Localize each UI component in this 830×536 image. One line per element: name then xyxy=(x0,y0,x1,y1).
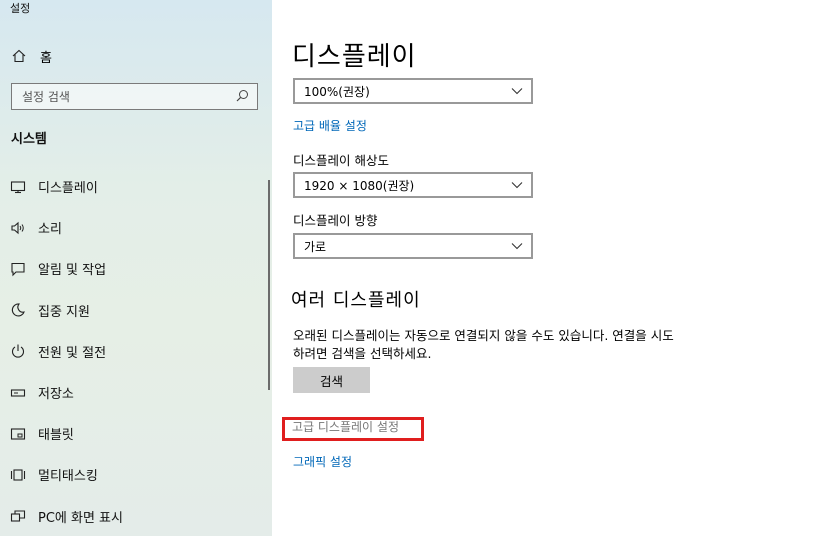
orientation-label: 디스플레이 방향 xyxy=(293,213,378,228)
graphics-settings-link[interactable]: 그래픽 설정 xyxy=(293,453,352,470)
window-title: 설정 xyxy=(10,2,31,15)
chevron-down-icon xyxy=(511,178,523,192)
resolution-label: 디스플레이 해상도 xyxy=(293,153,389,168)
resolution-select[interactable]: 1920 × 1080(권장) xyxy=(293,172,533,198)
search-icon xyxy=(236,89,249,105)
monitor-icon xyxy=(10,179,26,195)
detect-button[interactable]: 검색 xyxy=(293,367,370,393)
sidebar-item-sound[interactable]: 소리 xyxy=(0,207,272,248)
multiple-displays-description: 오래된 디스플레이는 자동으로 연결되지 않을 수도 있습니다. 연결을 시도하… xyxy=(293,328,674,361)
power-icon xyxy=(10,343,26,359)
sidebar-item-label: 디스플레이 xyxy=(38,181,98,197)
search-input[interactable]: 설정 검색 xyxy=(11,83,258,110)
orientation-select[interactable]: 가로 xyxy=(293,233,533,259)
sidebar-item-power[interactable]: 전원 및 절전 xyxy=(0,331,272,372)
advanced-scaling-link[interactable]: 고급 배율 설정 xyxy=(293,117,367,134)
chevron-down-icon xyxy=(511,239,523,253)
search-placeholder: 설정 검색 xyxy=(22,90,70,104)
highlight-box xyxy=(282,417,424,441)
sidebar-item-focus-assist[interactable]: 집중 지원 xyxy=(0,290,272,331)
page-title: 디스플레이 xyxy=(292,42,417,72)
sidebar-item-label: 태블릿 xyxy=(38,428,74,444)
sidebar-item-label: 집중 지원 xyxy=(38,304,90,320)
sidebar-item-project[interactable]: PC에 화면 표시 xyxy=(0,496,272,536)
sidebar-item-notifications[interactable]: 알림 및 작업 xyxy=(0,248,272,289)
sidebar-item-label: PC에 화면 표시 xyxy=(38,510,123,526)
multiple-displays-title: 여러 디스플레이 xyxy=(291,290,421,311)
sidebar-item-label: 멀티태스킹 xyxy=(38,469,98,485)
sidebar-scrollbar[interactable] xyxy=(268,180,270,390)
sidebar-item-display[interactable]: 디스플레이 xyxy=(0,166,272,207)
sidebar-item-tablet[interactable]: 태블릿 xyxy=(0,413,272,454)
notification-icon xyxy=(10,261,26,277)
speaker-icon xyxy=(10,220,26,236)
resolution-select-value: 1920 × 1080(권장) xyxy=(304,178,415,193)
home-label: 홈 xyxy=(40,50,52,66)
sidebar-item-label: 소리 xyxy=(38,222,62,238)
sidebar-item-multitasking[interactable]: 멀티태스킹 xyxy=(0,454,272,495)
sidebar-nav: 디스플레이 소리 알림 및 작업 집중 지원 전원 및 절전 저장소 태블릿 멀… xyxy=(0,166,272,536)
home-nav[interactable]: 홈 xyxy=(12,46,52,66)
section-title: 시스템 xyxy=(11,132,47,147)
sidebar-item-storage[interactable]: 저장소 xyxy=(0,372,272,413)
chevron-down-icon xyxy=(511,84,523,98)
sidebar-item-label: 알림 및 작업 xyxy=(38,263,107,279)
main-content: 디스플레이 100%(권장) 고급 배율 설정 디스플레이 해상도 1920 ×… xyxy=(272,0,830,536)
home-icon xyxy=(12,49,26,63)
sidebar: 설정 홈 설정 검색 시스템 디스플레이 소리 알림 및 작업 집중 지원 전원… xyxy=(0,0,272,536)
project-icon xyxy=(10,508,26,524)
scale-select[interactable]: 100%(권장) xyxy=(293,78,533,104)
multitasking-icon xyxy=(10,467,26,483)
tablet-icon xyxy=(10,426,26,442)
moon-icon xyxy=(10,302,26,318)
sidebar-item-label: 저장소 xyxy=(38,387,74,403)
storage-icon xyxy=(10,385,26,401)
sidebar-item-label: 전원 및 절전 xyxy=(38,345,107,361)
orientation-select-value: 가로 xyxy=(304,239,327,254)
scale-select-value: 100%(권장) xyxy=(304,84,370,99)
